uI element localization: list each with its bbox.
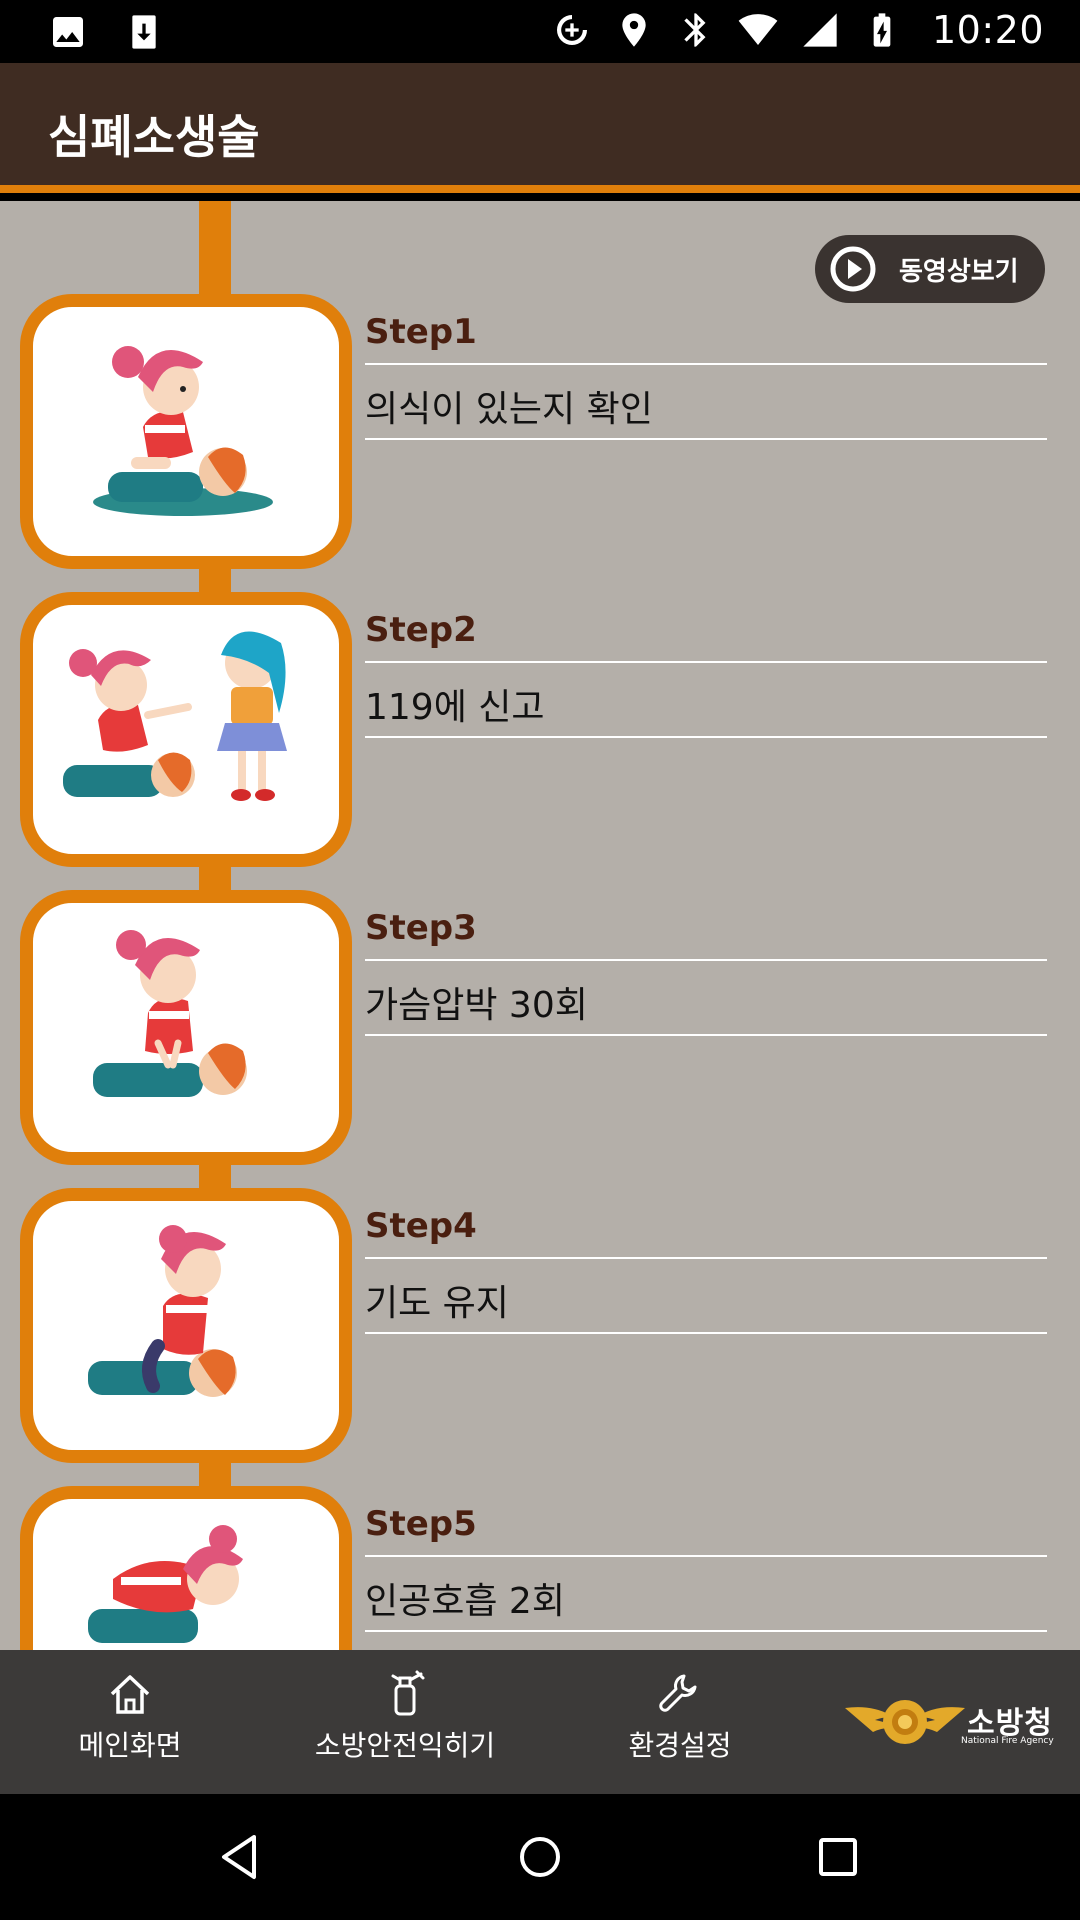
recents-button[interactable] (808, 1827, 868, 1887)
wrench-icon (659, 1674, 697, 1712)
step-illustration (20, 1486, 352, 1650)
app-bar: 심폐소생술 (0, 63, 1080, 193)
step-title: Step4 (365, 1206, 477, 1246)
home-button[interactable] (510, 1827, 570, 1887)
nav-fire-safety[interactable]: 소방안전익히기 (300, 1668, 510, 1764)
status-bar: 10:20 (0, 0, 1080, 63)
clock-time: 10:20 (931, 8, 1044, 52)
logo-subtext: National Fire Agency (961, 1736, 1054, 1746)
back-icon (222, 1835, 256, 1879)
step-item[interactable]: Step3 가슴압박 30회 (0, 890, 1080, 1165)
divider (365, 1332, 1047, 1334)
bottom-nav: 메인화면 소방안전익히기 환경설정 소방청 National Fire Agen… (0, 1650, 1080, 1794)
watch-video-label: 동영상보기 (899, 256, 1019, 287)
nav-label: 메인화면 (78, 1729, 182, 1762)
system-nav-bar (0, 1794, 1080, 1920)
step-description: 의식이 있는지 확인 (365, 389, 653, 430)
back-button[interactable] (210, 1827, 270, 1887)
step-item[interactable]: Step1 의식이 있는지 확인 (0, 294, 1080, 569)
step-description: 119에 신고 (365, 687, 545, 728)
nav-settings[interactable]: 환경설정 (610, 1668, 750, 1764)
nav-main-screen[interactable]: 메인화면 (60, 1668, 200, 1764)
step-title: Step2 (365, 610, 477, 650)
recents-icon (819, 1838, 857, 1876)
divider (365, 363, 1047, 365)
divider (365, 959, 1047, 961)
eagle-emblem-icon (845, 1700, 965, 1744)
step-illustration (20, 592, 352, 867)
step-illustration (20, 1188, 352, 1463)
divider (365, 1555, 1047, 1557)
step-illustration (20, 890, 352, 1165)
page-title: 심폐소생술 (48, 110, 260, 164)
step-description: 가슴압박 30회 (365, 985, 588, 1026)
step-item[interactable]: Step5 인공호흡 2회 (0, 1486, 1080, 1650)
fire-agency-logo: 소방청 National Fire Agency (845, 1690, 1065, 1756)
nav-label: 환경설정 (628, 1729, 732, 1762)
bluetooth-icon (676, 8, 716, 52)
step-description: 기도 유지 (365, 1283, 509, 1324)
signal-icon (800, 8, 840, 52)
step-description: 인공호흡 2회 (365, 1581, 565, 1622)
home-icon (110, 1675, 150, 1714)
play-icon (830, 246, 876, 292)
location-icon (614, 8, 654, 52)
divider (365, 438, 1047, 440)
nav-label: 소방안전익히기 (314, 1729, 496, 1762)
home-circle-icon (520, 1837, 560, 1877)
fire-extinguisher-icon (391, 1670, 425, 1716)
step-item[interactable]: Step4 기도 유지 (0, 1188, 1080, 1463)
step-title: Step1 (365, 312, 477, 352)
step-illustration (20, 294, 352, 569)
battery-icon (862, 8, 902, 52)
watch-video-button[interactable]: 동영상보기 (815, 235, 1045, 303)
step-title: Step5 (365, 1504, 477, 1544)
image-icon (48, 10, 88, 54)
step-item[interactable]: Step2 119에 신고 (0, 592, 1080, 867)
divider (365, 661, 1047, 663)
divider (365, 1257, 1047, 1259)
divider (365, 1034, 1047, 1036)
wifi-icon (738, 8, 778, 52)
download-icon (124, 10, 164, 54)
divider (365, 736, 1047, 738)
divider (365, 1630, 1047, 1632)
data-saver-icon (552, 8, 592, 52)
cpr-steps-content[interactable]: 동영상보기 Step1 의식이 있는지 확인 Step2 119에 신고 Ste… (0, 201, 1080, 1650)
step-title: Step3 (365, 908, 477, 948)
